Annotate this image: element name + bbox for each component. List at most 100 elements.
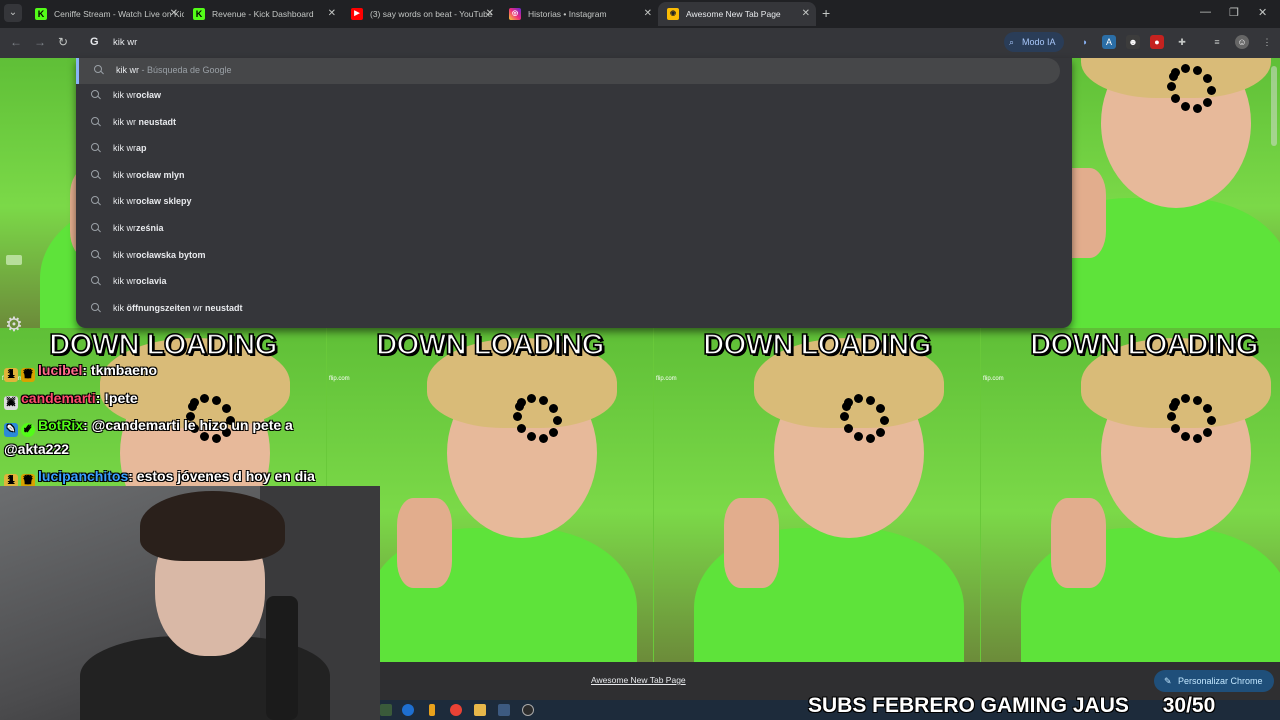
chat-message: 1 ♛ lucibel: tkmbaeno bbox=[4, 362, 157, 382]
minimize-icon[interactable]: — bbox=[1200, 6, 1211, 18]
verified-icon: ✓ bbox=[21, 423, 35, 437]
tab-title: Ceniffe Stream - Watch Live on Kick bbox=[54, 9, 184, 19]
chrome-icon: ◉ bbox=[667, 8, 679, 20]
tab-youtube[interactable]: ▶ (3) say words on beat - YouTube ✕ bbox=[342, 2, 500, 26]
webcam-feed bbox=[0, 486, 380, 720]
search-icon bbox=[91, 169, 101, 180]
microphone-icon bbox=[266, 596, 298, 720]
sword-icon: ⚔ bbox=[4, 396, 18, 410]
suggestion-item[interactable]: kik wrap bbox=[76, 136, 1072, 162]
suggestion-item[interactable]: kik września bbox=[76, 216, 1072, 242]
suggestion-text: kik wroclavia bbox=[113, 276, 167, 287]
suggestion-text: kik wrocław bbox=[113, 90, 162, 100]
footer-extension-link[interactable]: Awesome New Tab Page bbox=[591, 675, 686, 685]
omnibox-input[interactable]: kik wr bbox=[113, 37, 137, 48]
suggestion-item[interactable]: kik öffnungszeiten wr neustadt bbox=[76, 296, 1072, 322]
pencil-icon: ✎ bbox=[1164, 676, 1172, 686]
profile-avatar[interactable]: ☺ bbox=[1235, 35, 1249, 49]
suggestion-item[interactable]: kik wrocław mlyn bbox=[76, 163, 1072, 189]
tab-title: Revenue - Kick Dashboard bbox=[212, 9, 314, 19]
search-icon bbox=[91, 223, 101, 233]
extension-avatar-icon[interactable]: ☻ bbox=[1126, 35, 1140, 49]
edge-icon[interactable] bbox=[402, 704, 414, 716]
customize-chrome-button[interactable]: ✎ Personalizar Chrome bbox=[1154, 670, 1274, 692]
browser-toolbar: ← → ↻ G kik wr ⌕ Modo IA ◗ A ☻ ● ✚ ≡ ☺ ⋮ bbox=[0, 28, 1280, 58]
wallpaper-tile: DOWN LOADING flip.com bbox=[654, 328, 980, 662]
suggestion-text: kik wrocław mlyn bbox=[113, 169, 185, 180]
stream-mark bbox=[6, 255, 22, 265]
tab-strip: ⌄ K Ceniffe Stream - Watch Live on Kick … bbox=[0, 0, 1280, 28]
close-window-icon[interactable]: ✕ bbox=[1258, 6, 1267, 19]
tile-caption: DOWN LOADING bbox=[702, 328, 932, 362]
close-icon[interactable]: ✕ bbox=[328, 2, 336, 26]
suggestion-text: kik öffnungszeiten wr neustadt bbox=[113, 302, 243, 313]
new-tab-button[interactable]: + bbox=[822, 5, 830, 21]
wallpaper-tile: DOWN LOADING flip.com bbox=[981, 328, 1280, 662]
suggestion-text: kik wrocław sklepy bbox=[113, 196, 192, 207]
search-icon bbox=[91, 196, 101, 206]
tile-watermark: flip.com bbox=[329, 376, 350, 382]
extension-translate-icon[interactable]: A bbox=[1102, 35, 1116, 49]
back-icon[interactable]: ← bbox=[10, 35, 22, 49]
screen: ⌄ K Ceniffe Stream - Watch Live on Kick … bbox=[0, 0, 1280, 720]
reload-icon[interactable]: ↻ bbox=[58, 35, 68, 49]
tab-search-button[interactable]: ⌄ bbox=[4, 4, 22, 22]
tab-kick-stream[interactable]: K Ceniffe Stream - Watch Live on Kick ✕ bbox=[26, 2, 184, 26]
suggestion-item[interactable]: kik wrocław bbox=[76, 83, 1072, 109]
taskbar-app-icon[interactable] bbox=[498, 704, 510, 716]
chrome-taskbar-icon[interactable] bbox=[450, 704, 462, 716]
taskbar-app-icon[interactable] bbox=[380, 704, 392, 716]
search-icon bbox=[91, 90, 101, 100]
menu-kebab-icon[interactable]: ⋮ bbox=[1260, 35, 1274, 49]
youtube-icon: ▶ bbox=[351, 8, 363, 20]
chat-message: 1 ♛ lucipanchitos: estos jóvenes d hoy en … bbox=[4, 468, 315, 488]
google-icon: G bbox=[90, 36, 99, 48]
close-icon[interactable]: ✕ bbox=[486, 2, 494, 26]
search-icon bbox=[91, 276, 101, 286]
restore-icon[interactable]: ❐ bbox=[1229, 6, 1239, 19]
gear-icon[interactable]: ⚙ bbox=[5, 312, 23, 337]
taskbar-app-icon[interactable] bbox=[429, 704, 435, 716]
tab-title: (3) say words on beat - YouTube bbox=[370, 9, 493, 19]
tile-watermark: flip.com bbox=[656, 376, 677, 382]
omnibox[interactable]: G kik wr bbox=[80, 30, 1070, 56]
suggestion-text: kik września bbox=[113, 223, 164, 233]
close-icon[interactable]: ✕ bbox=[644, 2, 652, 26]
suggestion-item[interactable]: kik wr neustadt bbox=[76, 110, 1072, 136]
extension-audio-icon[interactable]: ◗ bbox=[1078, 35, 1092, 49]
suggestion-text: kik wrocławska bytom bbox=[113, 249, 206, 260]
suggestion-text: kik wr - Búsqueda de Google bbox=[116, 65, 232, 75]
kick-icon: K bbox=[193, 8, 205, 20]
extension-badge-icon[interactable]: ● bbox=[1150, 35, 1164, 49]
search-sparkle-icon: ⌕ bbox=[1009, 37, 1015, 47]
close-icon[interactable]: ✕ bbox=[170, 2, 178, 26]
extensions-puzzle-icon[interactable]: ✚ bbox=[1175, 35, 1189, 49]
close-icon[interactable]: ✕ bbox=[802, 2, 810, 26]
suggestion-text: kik wr neustadt bbox=[113, 116, 177, 127]
scrollbar[interactable] bbox=[1270, 62, 1278, 658]
chat-message: ✎ ✓ BotRix: @candemarti le hizo un pete a bbox=[4, 417, 293, 437]
suggestion-item[interactable]: kik wr - Búsqueda de Google bbox=[76, 58, 1060, 84]
ai-mode-button[interactable]: ⌕ Modo IA bbox=[1004, 32, 1064, 52]
reading-list-icon[interactable]: ≡ bbox=[1210, 35, 1224, 49]
tile-caption: DOWN LOADING bbox=[375, 328, 605, 362]
search-icon bbox=[91, 302, 101, 313]
tile-caption: DOWN LOADING bbox=[1029, 328, 1259, 362]
bot-badge-icon: ✎ bbox=[4, 423, 18, 437]
tab-instagram[interactable]: ◎ Historias • Instagram ✕ bbox=[500, 2, 658, 26]
search-icon bbox=[94, 65, 104, 75]
crown-icon: ♛ bbox=[21, 368, 35, 382]
suggestion-item[interactable]: kik wrocław sklepy bbox=[76, 189, 1072, 215]
forward-icon[interactable]: → bbox=[34, 35, 46, 49]
suggestion-item[interactable]: kik wroclavia bbox=[76, 269, 1072, 295]
tab-new-tab-page[interactable]: ◉ Awesome New Tab Page ✕ bbox=[658, 2, 816, 26]
kick-icon: K bbox=[35, 8, 47, 20]
subs-goal-banner: SUBS FEBRERO GAMING JAUS 30/50 bbox=[808, 694, 1216, 717]
obs-icon[interactable] bbox=[522, 704, 534, 716]
search-icon bbox=[91, 116, 101, 127]
instagram-icon: ◎ bbox=[509, 8, 521, 20]
file-explorer-icon[interactable] bbox=[474, 704, 486, 716]
suggestion-item[interactable]: kik wrocławska bytom bbox=[76, 243, 1072, 269]
tab-kick-dashboard[interactable]: K Revenue - Kick Dashboard ✕ bbox=[184, 2, 342, 26]
omnibox-suggestions: kik wr - Búsqueda de Google kik wrocław ki… bbox=[76, 58, 1072, 328]
